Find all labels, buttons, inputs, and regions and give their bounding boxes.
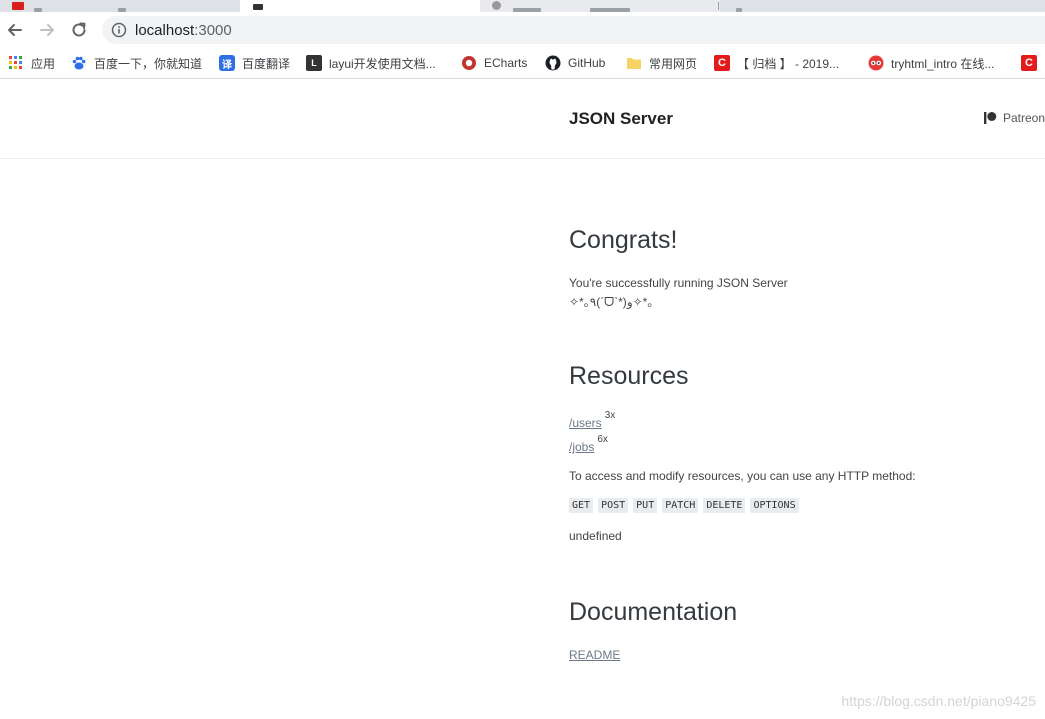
http-methods-list: GET POST PUT PATCH DELETE OPTIONS (569, 498, 799, 513)
resource-row-users: /users3x (569, 410, 615, 430)
bookmark-csdn-more[interactable]: C (1021, 53, 1044, 73)
bookmark-folder-common[interactable]: 常用网页 (626, 53, 697, 73)
documentation-heading: Documentation (569, 598, 738, 626)
brand-title[interactable]: JSON Server (569, 109, 673, 129)
address-bar[interactable]: localhost:3000 (102, 16, 1045, 44)
bookmark-label: GitHub (568, 56, 606, 70)
bookmark-label: tryhtml_intro 在线... (891, 56, 995, 71)
bookmark-label: 常用网页 (649, 56, 698, 71)
apps-grid-icon (8, 55, 24, 71)
browser-toolbar: localhost:3000 (0, 12, 1045, 48)
forward-button[interactable] (34, 17, 60, 43)
bookmark-label: 百度一下，你就知道 (94, 56, 203, 71)
http-method-put: PUT (633, 498, 658, 513)
congrats-message: You're successfully running JSON Server (569, 276, 788, 290)
undefined-text: undefined (569, 529, 622, 543)
back-arrow-icon (8, 24, 22, 36)
translate-icon: 译 (219, 55, 235, 71)
layui-icon: L (306, 55, 322, 71)
readme-row: README (569, 648, 620, 662)
baidu-paw-icon (71, 55, 87, 71)
tab-1-favicon (12, 2, 24, 10)
bookmark-baidu[interactable]: 百度一下，你就知道 (71, 53, 202, 73)
resource-link-users[interactable]: /users (569, 416, 602, 430)
runoob-icon (868, 55, 884, 71)
bookmark-runoob[interactable]: tryhtml_intro 在线... (868, 53, 994, 73)
site-header: JSON Server Patreon (0, 80, 1045, 159)
bookmark-baidu-translate[interactable]: 译 百度翻译 (219, 53, 290, 73)
watermark: https://blog.csdn.net/piano9425 (841, 693, 1036, 709)
tab-strip (0, 0, 1045, 12)
folder-icon (626, 55, 642, 71)
http-method-patch: PATCH (662, 498, 699, 513)
csdn-icon: C (1021, 55, 1037, 71)
access-description: To access and modify resources, you can … (569, 469, 916, 483)
url-host: localhost (135, 21, 195, 39)
info-icon[interactable] (111, 22, 127, 38)
congrats-kaomoji: ✧*｡٩(ˊᗜˋ*)و✧*｡ (569, 295, 654, 309)
http-method-post: POST (598, 498, 629, 513)
csdn-icon: C (714, 55, 730, 71)
tab-separator (718, 2, 719, 10)
reload-button[interactable] (66, 17, 92, 43)
patreon-link[interactable]: Patreon (983, 111, 1045, 125)
resource-row-jobs: /jobs6x (569, 434, 608, 454)
bookmarks-bar: 应用 百度一下，你就知道 译 百度翻译 L layui开发使用文档... ECh… (0, 48, 1045, 79)
url-text[interactable]: localhost:3000 (135, 22, 232, 39)
bookmark-csdn-archive[interactable]: C 【 归档 】 - 2019... (714, 53, 839, 73)
bookmark-label: layui开发使用文档... (329, 56, 436, 71)
bookmark-github[interactable]: GitHub (545, 53, 605, 73)
http-method-get: GET (569, 498, 594, 513)
resources-heading: Resources (569, 362, 689, 390)
reload-icon (72, 22, 86, 37)
bookmark-label: 应用 (31, 56, 56, 71)
bookmark-label: ECharts (484, 56, 528, 70)
bookmark-label: 百度翻译 (242, 56, 291, 71)
resource-count: 3x (604, 410, 616, 421)
resource-count: 6x (597, 434, 608, 445)
http-method-delete: DELETE (703, 498, 746, 513)
patreon-label: Patreon (1003, 111, 1045, 125)
readme-link[interactable]: README (569, 648, 620, 662)
url-port: :3000 (194, 21, 232, 39)
github-icon (545, 55, 561, 71)
forward-arrow-icon (40, 24, 54, 36)
http-method-options: OPTIONS (750, 498, 799, 513)
echarts-icon (461, 55, 477, 71)
tab-2-favicon (253, 4, 263, 10)
bookmark-echarts[interactable]: ECharts (461, 53, 527, 73)
congrats-heading: Congrats! (569, 226, 678, 254)
tab-3-favicon (492, 1, 501, 10)
resource-link-jobs[interactable]: /jobs (569, 440, 594, 454)
bookmark-label: 【 归档 】 - 2019... (737, 56, 840, 71)
patreon-icon (984, 112, 997, 124)
back-button[interactable] (2, 17, 28, 43)
bookmark-apps[interactable]: 应用 (8, 53, 55, 73)
tab-active[interactable] (240, 0, 480, 12)
bookmark-layui[interactable]: L layui开发使用文档... (306, 53, 436, 73)
